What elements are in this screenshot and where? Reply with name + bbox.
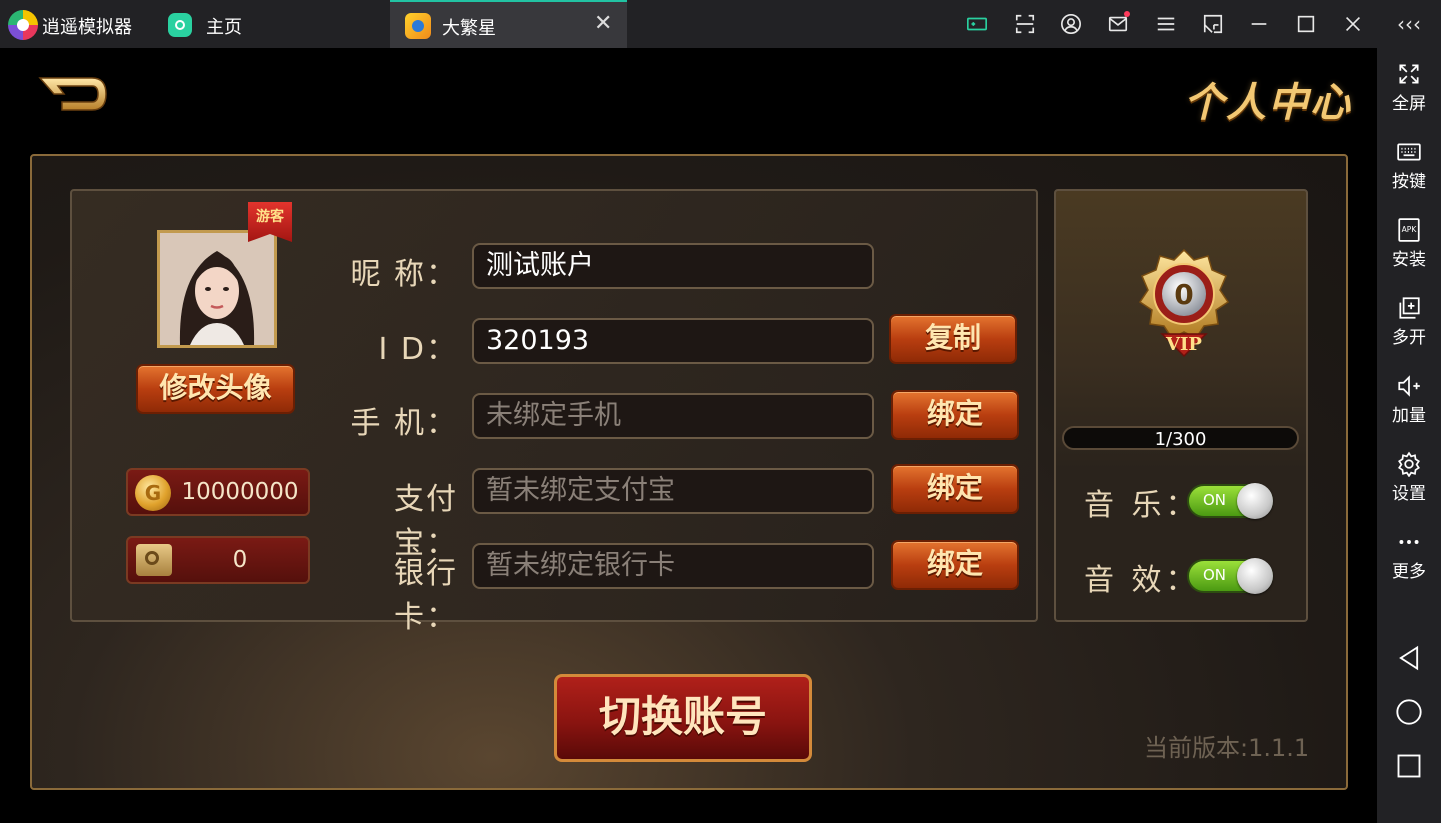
copy-id-button[interactable]: 复制 [889, 314, 1017, 364]
gamepad-icon[interactable] [963, 10, 991, 38]
apk-icon: APK [1398, 218, 1420, 242]
vip-level-number: 0 [1174, 278, 1193, 311]
sidebar-item-install[interactable]: APK 安装 [1377, 208, 1441, 278]
avatar [157, 230, 277, 348]
coin-amount: 10000000 [181, 479, 299, 505]
emulator-sidebar: 全屏 按键 APK 安装 多开 加量 设置 更多 [1377, 48, 1441, 823]
guest-badge-label: 游客 [256, 209, 284, 225]
sidebar-item-label: 按键 [1392, 172, 1426, 192]
vip-progress-text: 1/300 [1154, 429, 1207, 450]
bank-card-label: 银行卡： [394, 556, 458, 635]
tab-game[interactable]: 大繁星 ✕ [390, 0, 627, 48]
sidebar-item-label: 更多 [1392, 562, 1426, 582]
tab-close-button[interactable]: ✕ [594, 12, 612, 36]
sidebar-item-settings[interactable]: 设置 [1377, 442, 1441, 512]
close-icon[interactable] [1339, 10, 1367, 38]
change-avatar-button[interactable]: 修改头像 [136, 364, 295, 414]
sound-effect-toggle[interactable]: ON [1187, 558, 1273, 594]
sidebar-item-label: 加量 [1392, 406, 1426, 426]
screenshot-icon[interactable] [1011, 10, 1039, 38]
id-field: 320193 [472, 318, 874, 364]
music-label: 音 乐： [1084, 488, 1200, 523]
sidebar-item-fullscreen[interactable]: 全屏 [1377, 52, 1441, 122]
svg-text:APK: APK [1402, 225, 1418, 234]
sidebar-item-label: 多开 [1392, 328, 1426, 348]
volume-up-icon [1398, 375, 1420, 397]
tab-home[interactable]: 主页 [206, 13, 242, 39]
mail-icon[interactable] [1104, 10, 1132, 38]
safe-amount: 0 [232, 547, 248, 573]
phone-field: 未绑定手机 [472, 393, 874, 439]
multi-open-icon [1399, 297, 1420, 319]
bank-card-field: 暂未绑定银行卡 [472, 543, 874, 589]
sidebar-item-multi-open[interactable]: 多开 [1377, 286, 1441, 356]
page-title: 个人中心 [1184, 80, 1352, 126]
gold-coin-icon [135, 475, 171, 511]
sidebar-item-label: 安装 [1392, 250, 1426, 270]
bind-phone-button[interactable]: 绑定 [891, 390, 1019, 440]
toggle-knob [1237, 558, 1273, 594]
android-back-icon[interactable] [1395, 644, 1423, 672]
safe-balance: 0 [126, 536, 310, 584]
sidebar-item-volume-up[interactable]: 加量 [1377, 364, 1441, 434]
vip-label: VIP [1165, 334, 1202, 355]
nickname-label: 昵 称： [350, 257, 458, 292]
music-toggle[interactable]: ON [1187, 483, 1273, 519]
sidebar-item-label: 全屏 [1392, 94, 1426, 114]
keyboard-icon [1397, 143, 1421, 161]
switch-account-button[interactable]: 切换账号 [554, 674, 812, 762]
vip-progress-bar: 1/300 [1062, 426, 1299, 450]
sound-effect-label: 音 效： [1084, 563, 1200, 598]
game-screen: 个人中心 游客 修改头像 10000000 0 昵 称： 测试账户 I D： 3… [0, 48, 1377, 823]
tab-game-label: 大繁星 [442, 18, 496, 39]
more-icon [1399, 540, 1419, 544]
collapse-sidebar-button[interactable]: ‹‹‹ [1393, 10, 1425, 38]
music-toggle-text: ON [1203, 491, 1227, 509]
title-bar: 逍遥模拟器 主页 大繁星 ✕ ‹‹‹ [0, 0, 1441, 48]
sound-effect-toggle-text: ON [1203, 566, 1227, 584]
fullscreen-icon [1399, 64, 1419, 84]
android-recents-icon[interactable] [1395, 752, 1423, 780]
gear-icon [1398, 451, 1420, 477]
version-text: 当前版本:1.1.1 [1144, 734, 1310, 762]
bind-alipay-button[interactable]: 绑定 [891, 464, 1019, 514]
safe-icon [136, 544, 172, 576]
home-tab-icon[interactable] [168, 13, 192, 37]
sidebar-item-keys[interactable]: 按键 [1377, 130, 1441, 200]
toggle-knob [1237, 483, 1273, 519]
sidebar-item-more[interactable]: 更多 [1377, 520, 1441, 590]
nickname-field: 测试账户 [472, 243, 874, 289]
avatar-portrait [160, 233, 274, 345]
app-name: 逍遥模拟器 [42, 17, 132, 38]
account-icon[interactable] [1057, 10, 1085, 38]
vip-level-badge: 0 VIP [1138, 248, 1230, 358]
back-arrow-icon[interactable] [36, 70, 112, 118]
maximize-icon[interactable] [1292, 10, 1320, 38]
emulator-logo-icon [8, 10, 38, 40]
menu-icon[interactable] [1152, 10, 1180, 38]
id-label: I D： [378, 332, 458, 367]
sidebar-item-label: 设置 [1392, 484, 1426, 504]
window-mode-icon[interactable] [1199, 10, 1227, 38]
alipay-field: 暂未绑定支付宝 [472, 468, 874, 514]
coin-balance: 10000000 [126, 468, 310, 516]
android-home-icon[interactable] [1395, 698, 1423, 726]
phone-label: 手 机： [350, 406, 458, 441]
minimize-icon[interactable] [1245, 10, 1273, 38]
mail-notification-dot [1124, 11, 1130, 17]
bind-bank-card-button[interactable]: 绑定 [891, 540, 1019, 590]
game-app-icon [405, 13, 431, 39]
